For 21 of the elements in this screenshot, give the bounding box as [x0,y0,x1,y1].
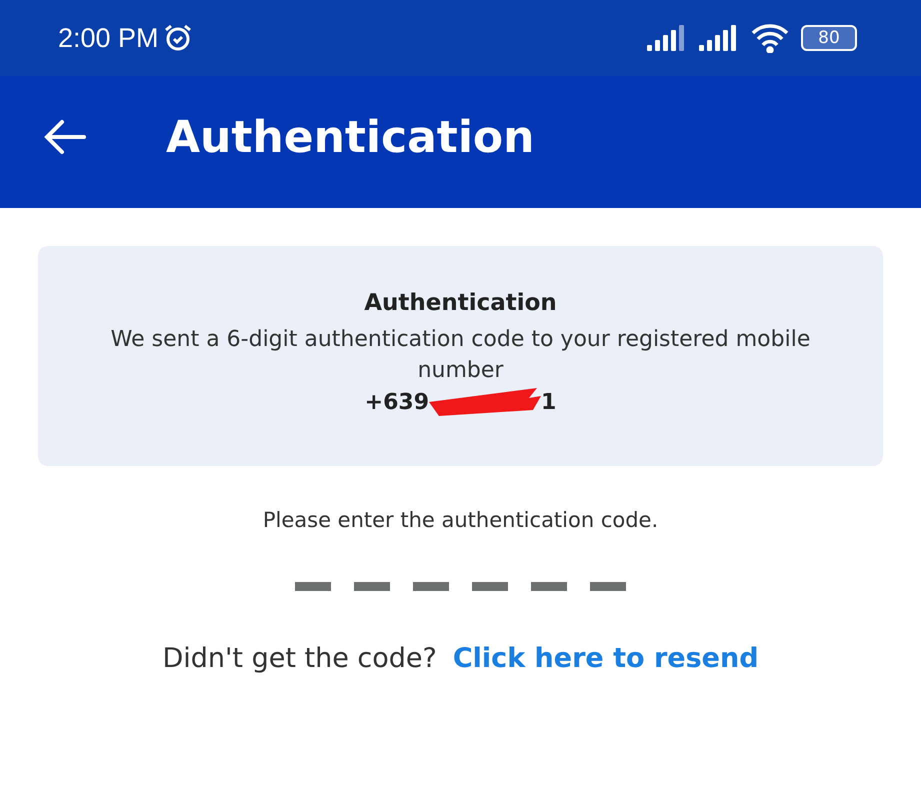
battery-icon: 80 [801,25,857,51]
wifi-icon [751,23,789,53]
code-digit-slot[interactable] [413,582,449,591]
code-digit-slot[interactable] [590,582,626,591]
prompt-text: Please enter the authentication code. [262,508,660,532]
back-button[interactable] [44,119,86,155]
signal-icon [647,25,687,51]
card-message: We sent a 6-digit authentication code to your registered mobile number [110,326,812,385]
card-title: Authentication [364,290,557,316]
code-digit-slot[interactable] [295,582,331,591]
phone-number-end: 1 [541,390,556,414]
alarm-icon [162,23,193,53]
resend-link[interactable]: Click here to resend [452,643,759,674]
signal-icon [699,25,739,51]
code-digit-slot[interactable] [472,582,508,591]
code-digit-slot[interactable] [354,582,390,591]
resend-question: Didn't get the code? [162,643,437,674]
phone-number-start: +639 [364,390,430,414]
status-time: 2:00 PM [58,22,159,54]
page-title: Authentication [166,112,534,162]
code-digit-slot[interactable] [531,582,567,591]
